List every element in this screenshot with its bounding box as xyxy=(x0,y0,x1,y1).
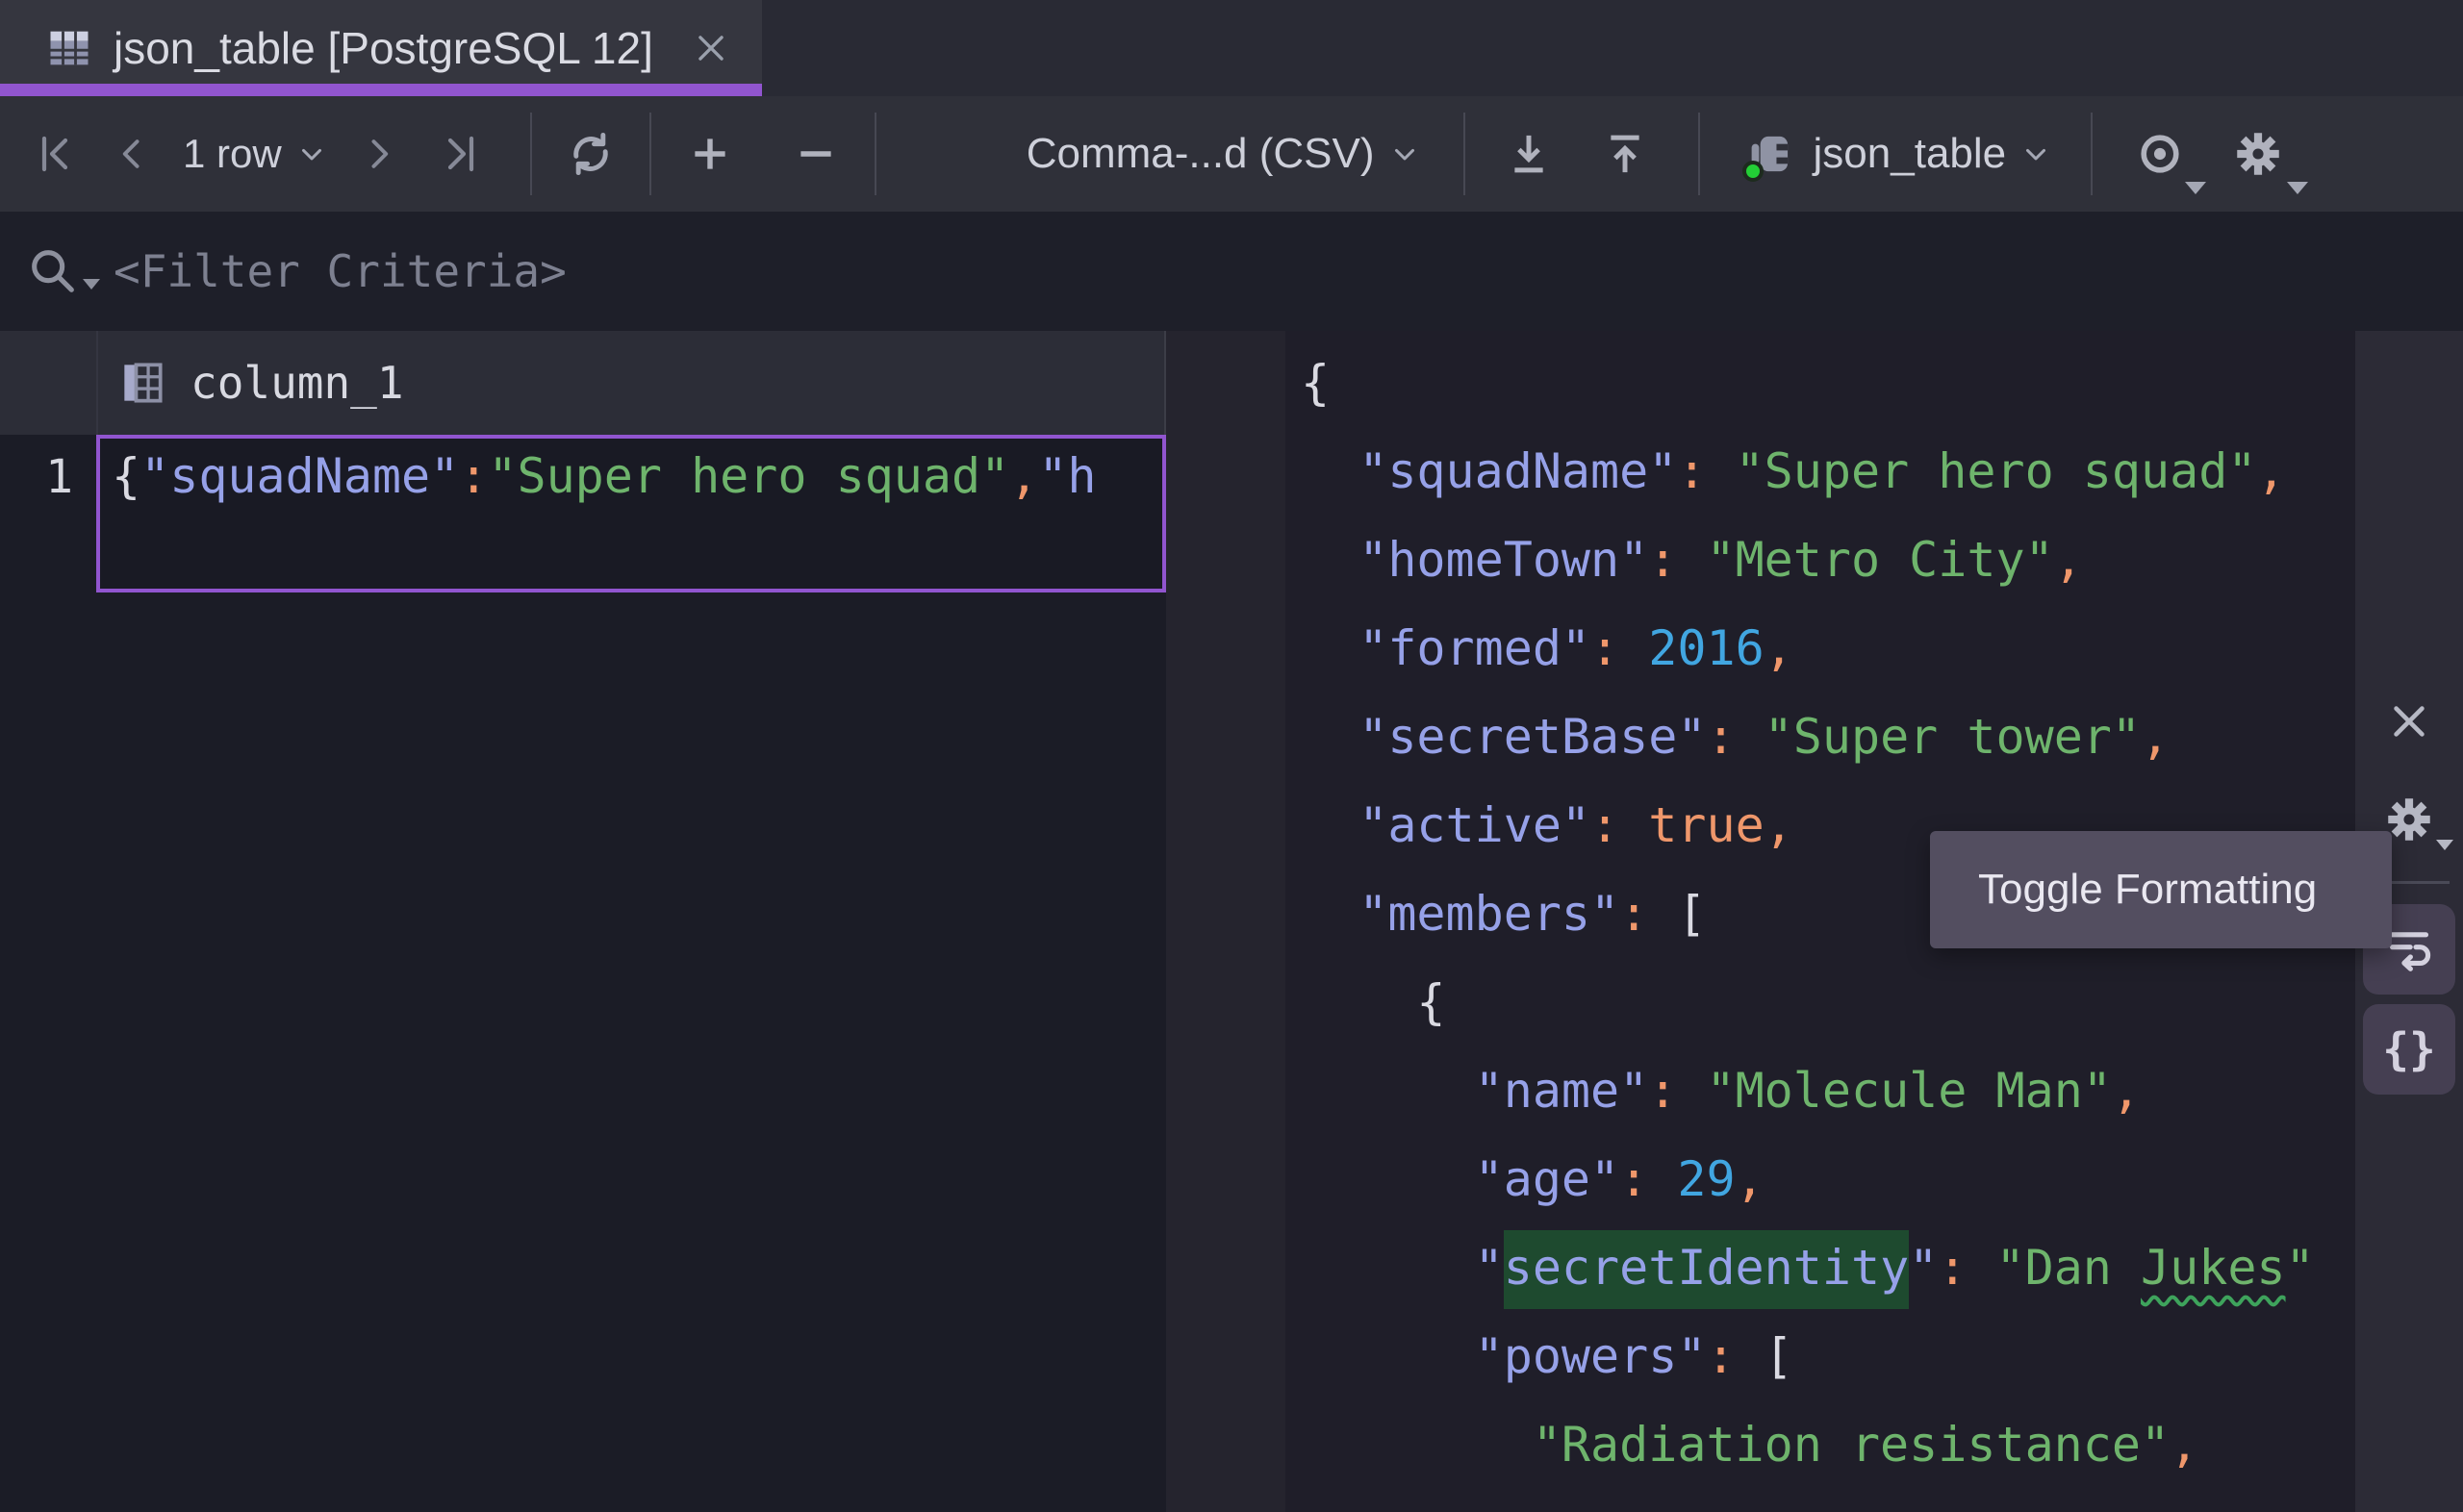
json-code-line: "squadName": "Super hero squad", xyxy=(1301,427,2315,516)
tooltip: Toggle Formatting xyxy=(1930,831,2392,948)
download-icon xyxy=(1503,128,1555,180)
json-code-line: "Radiation resistance", xyxy=(1301,1400,2315,1489)
database-icon xyxy=(1740,124,1800,184)
chevron-left-icon xyxy=(112,133,154,175)
gutter-divider xyxy=(96,331,98,435)
cell-json-text: {"squadName":"Super hero squad","h xyxy=(112,448,1097,504)
chevron-down-icon xyxy=(295,138,328,170)
upload-icon xyxy=(1599,128,1651,180)
first-page-button[interactable] xyxy=(17,108,94,200)
filter-criteria-input[interactable]: <Filter Criteria> xyxy=(114,245,567,297)
dropdown-caret xyxy=(2436,840,2453,850)
add-row-button[interactable] xyxy=(657,108,763,200)
toolbar: 1 row xyxy=(0,96,2463,212)
chevron-down-icon xyxy=(2019,138,2052,170)
json-code-line: "name": "Molecule Man", xyxy=(1301,1046,2315,1135)
json-code-line: "formed": 2016, xyxy=(1301,604,2315,693)
connection-status-dot xyxy=(1742,161,1764,182)
export-data-button[interactable] xyxy=(1481,108,1577,200)
datagrip-data-editor-window: json_table [PostgreSQL 12] 1 row xyxy=(0,0,2463,1512)
dropdown-caret xyxy=(2185,182,2206,194)
search-icon[interactable] xyxy=(25,243,81,299)
data-source-label: json_table xyxy=(1814,130,2007,178)
active-tab-underline xyxy=(0,84,762,96)
selected-cell[interactable]: {"squadName":"Super hero squad","h xyxy=(96,435,1166,592)
json-code-line: "age": 29, xyxy=(1301,1135,2315,1223)
close-editor-button[interactable] xyxy=(2380,693,2438,750)
tab-title: json_table [PostgreSQL 12] xyxy=(114,22,653,74)
data-source-selector[interactable]: json_table xyxy=(1740,124,2053,184)
grid-editor-splitter[interactable] xyxy=(1166,331,1285,1512)
first-page-icon xyxy=(33,131,79,177)
table-icon xyxy=(44,23,94,73)
tab-json-table[interactable]: json_table [PostgreSQL 12] xyxy=(0,0,762,96)
last-page-button[interactable] xyxy=(417,108,503,200)
reload-data-button[interactable] xyxy=(538,108,644,200)
delete-row-button[interactable] xyxy=(763,108,869,200)
tooltip-text: Toggle Formatting xyxy=(1978,866,2317,914)
json-code-line: "secretBase": "Super tower", xyxy=(1301,693,2315,781)
close-icon xyxy=(2387,699,2431,743)
filter-bar: <Filter Criteria> xyxy=(0,212,2463,331)
gear-icon xyxy=(2230,126,2286,182)
json-code-line: "secretIdentity": "Dan Jukes" xyxy=(1301,1223,2315,1312)
previous-page-button[interactable] xyxy=(94,108,171,200)
dropdown-caret xyxy=(2287,182,2308,194)
last-page-icon xyxy=(437,131,483,177)
json-code-line: { xyxy=(1301,958,2315,1046)
refresh-icon xyxy=(564,127,618,181)
toolbar-separator xyxy=(1698,113,1700,195)
braces-icon: {} xyxy=(2382,1023,2435,1075)
next-page-button[interactable] xyxy=(340,108,417,200)
import-data-button[interactable] xyxy=(1577,108,1673,200)
close-icon[interactable] xyxy=(690,27,732,69)
chevron-right-icon xyxy=(357,133,399,175)
chevron-down-icon xyxy=(1388,138,1421,170)
plus-icon xyxy=(686,130,734,178)
tab-bar: json_table [PostgreSQL 12] xyxy=(0,0,2463,96)
grid-body[interactable] xyxy=(0,435,1166,1512)
minus-icon xyxy=(792,130,840,178)
column-header-label: column_1 xyxy=(190,357,404,409)
toolbar-separator xyxy=(649,113,651,195)
json-code-line: "homeTown": "Metro City", xyxy=(1301,516,2315,604)
toolbar-separator xyxy=(1463,113,1465,195)
grid-column-header[interactable]: column_1 xyxy=(0,331,1166,435)
toolbar-separator xyxy=(2091,113,2093,195)
toolbar-separator xyxy=(875,113,876,195)
export-format-dropdown[interactable]: Comma-...d (CSV) xyxy=(1027,130,1421,178)
toggle-formatting-button[interactable]: {} xyxy=(2363,1004,2455,1095)
search-history-caret xyxy=(83,279,100,290)
toolbar-separator xyxy=(530,113,532,195)
json-code-line: "Turning tiny", xyxy=(1301,1489,2315,1512)
json-code-line: "powers": [ xyxy=(1301,1312,2315,1400)
settings-button[interactable] xyxy=(2208,108,2308,200)
page-size-label: 1 row xyxy=(183,131,282,177)
view-options-button[interactable] xyxy=(2112,108,2208,200)
page-size-dropdown[interactable]: 1 row xyxy=(183,131,328,177)
row-number[interactable]: 1 xyxy=(0,450,73,504)
eye-icon xyxy=(2133,127,2187,181)
column-icon xyxy=(115,356,169,410)
json-code-line: { xyxy=(1301,339,2315,427)
export-format-label: Comma-...d (CSV) xyxy=(1027,130,1375,178)
